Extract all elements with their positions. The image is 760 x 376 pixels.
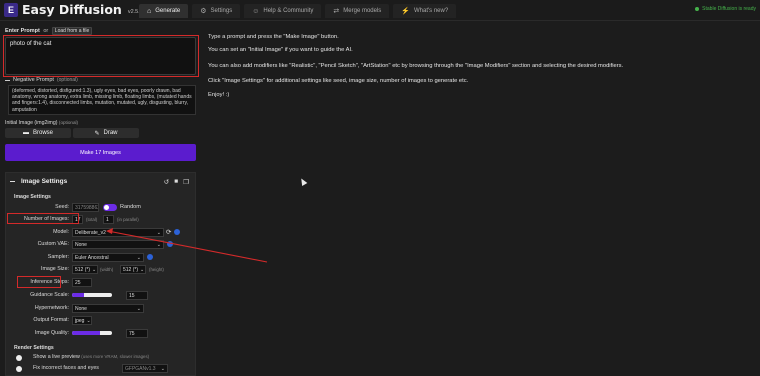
annotation-arrow	[106, 228, 268, 263]
instruction-line: Click "Image Settings" for additional se…	[208, 78, 469, 84]
instruction-line: Type a prompt and press the "Make Image"…	[208, 34, 339, 40]
instruction-line: Enjoy! :)	[208, 92, 230, 98]
instruction-line: You can set an "Initial Image" if you wa…	[208, 47, 353, 53]
annotation-arrow-line	[107, 230, 268, 263]
instruction-line: You can also add modifiers like "Realist…	[208, 63, 624, 69]
annotation-arrow-head	[106, 228, 113, 234]
